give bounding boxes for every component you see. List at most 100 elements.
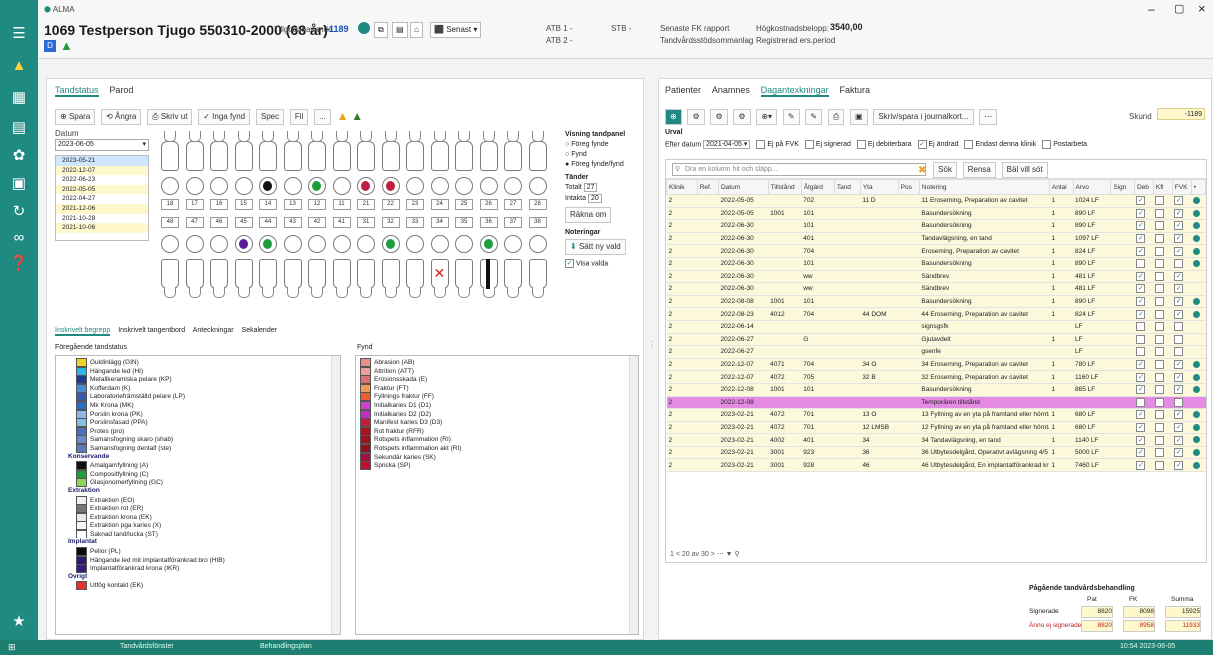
- pen-icon[interactable]: ✎: [805, 109, 823, 125]
- legend-item[interactable]: Amalgamfyllning (A): [76, 461, 340, 470]
- lower-tooth-number[interactable]: 43: [283, 217, 302, 228]
- lower-tooth[interactable]: [381, 259, 400, 289]
- table-row[interactable]: 2 2023-02-21 4072 701 13 O 13 Fyllning av en …: [666, 408, 1206, 422]
- warning-icon[interactable]: ▲: [9, 56, 29, 76]
- legend-item[interactable]: Attrition (ATT): [360, 366, 638, 376]
- upper-tooth-occlusal[interactable]: [234, 177, 253, 195]
- spec-button[interactable]: Spec: [255, 109, 285, 126]
- row-checkbox[interactable]: ✓: [1136, 246, 1146, 256]
- lower-tooth[interactable]: [234, 259, 253, 289]
- table-row[interactable]: 2 2022-06-30 ww Sändbrev 1 481 LF ✓ ✓: [666, 270, 1206, 284]
- row-checkbox[interactable]: ✓: [1136, 208, 1146, 218]
- row-checkbox[interactable]: [1155, 410, 1165, 420]
- row-checkbox[interactable]: [1155, 448, 1165, 458]
- table-column-header[interactable]: Deb: [1133, 179, 1154, 195]
- row-checkbox[interactable]: ✓: [1174, 309, 1184, 319]
- legend-item[interactable]: Extraktion pga karies (X): [76, 521, 340, 530]
- legend-item[interactable]: Rotspets inflammation akt (RI): [360, 443, 638, 453]
- atb2[interactable]: ATB 2 -: [546, 36, 573, 45]
- row-checkbox[interactable]: ✓: [1136, 234, 1146, 244]
- row-checkbox[interactable]: [1174, 322, 1184, 332]
- upper-tooth[interactable]: [357, 141, 375, 171]
- upper-tooth[interactable]: [332, 141, 351, 171]
- legend-item[interactable]: Saknad tand/lucka (ST): [76, 529, 340, 539]
- lower-tooth[interactable]: [504, 259, 522, 289]
- row-checkbox[interactable]: [1155, 435, 1165, 445]
- filter-icon[interactable]: ⚙: [710, 109, 728, 125]
- row-status-dot-icon[interactable]: [1193, 411, 1201, 419]
- legend-item[interactable]: Fraktur (FT): [360, 383, 638, 393]
- row-status-dot-icon[interactable]: [1193, 373, 1201, 381]
- upper-tooth-occlusal[interactable]: [504, 177, 522, 195]
- options-icon[interactable]: ⊕▾: [756, 109, 778, 125]
- table-row[interactable]: 2 2022-06-27 gsenfe LF: [666, 345, 1206, 359]
- row-checkbox[interactable]: [1136, 259, 1146, 269]
- legend-item[interactable]: Glasjonomerfyllning (GC): [76, 478, 340, 487]
- row-checkbox[interactable]: ✓: [1174, 410, 1184, 420]
- tab-anteckningar[interactable]: Anteckningar: [193, 327, 234, 334]
- urval-option[interactable]: Ej på FVK: [756, 140, 799, 149]
- lower-tooth[interactable]: [283, 259, 302, 289]
- start-icon[interactable]: ⊞: [8, 642, 16, 653]
- alert-triangle-icon[interactable]: ▲: [60, 38, 73, 53]
- lower-tooth-number[interactable]: 48: [161, 217, 179, 228]
- upper-tooth[interactable]: [210, 141, 228, 171]
- legend-item[interactable]: Implantatförankrad krona (IKR): [76, 564, 340, 573]
- row-status-dot-icon[interactable]: [1193, 197, 1201, 205]
- tab-inskrivelt-tangentbord[interactable]: Inskrivelt tangentbord: [118, 327, 185, 334]
- sok-button[interactable]: Sök: [933, 162, 957, 178]
- calendar-icon[interactable]: ▦: [9, 88, 29, 108]
- row-checkbox[interactable]: [1155, 460, 1165, 470]
- lower-tooth-number[interactable]: 47: [185, 217, 204, 228]
- row-checkbox[interactable]: ✓: [1174, 271, 1184, 281]
- lower-tooth-occlusal[interactable]: [185, 235, 204, 253]
- urval-checkbox[interactable]: ✓: [917, 140, 927, 149]
- table-row[interactable]: 2 2022-06-30 704 Eroseming, Preparation av …: [666, 244, 1206, 258]
- fynd-scrollbar[interactable]: [629, 356, 638, 634]
- upper-tooth-occlusal[interactable]: [332, 177, 351, 195]
- lower-tooth[interactable]: [210, 259, 228, 289]
- efter-datum-input[interactable]: 2021-04-05 ▾: [703, 140, 751, 149]
- upper-tooth-number[interactable]: 18: [161, 199, 179, 210]
- menu-icon[interactable]: ☰: [9, 24, 29, 44]
- maximize-button[interactable]: ▢: [1174, 2, 1184, 15]
- row-checkbox[interactable]: [1174, 397, 1184, 407]
- legend-item[interactable]: Extraktion krona (EK): [76, 512, 340, 522]
- row-checkbox[interactable]: [1155, 297, 1165, 307]
- taskbar-item-1[interactable]: Tandvårdsfönster: [120, 643, 174, 650]
- status-dot-icon[interactable]: [358, 22, 370, 34]
- upper-tooth-occlusal[interactable]: [210, 177, 228, 195]
- legend-item[interactable]: Hängande led (HI): [76, 366, 340, 376]
- legend-item[interactable]: Initialkaries D1 (D1): [360, 400, 638, 410]
- table-row[interactable]: 2 2022-06-30 ww Sändbrev 1 481 LF ✓ ✓: [666, 282, 1206, 296]
- table-column-header[interactable]: Datum: [717, 179, 769, 195]
- lower-tooth-number[interactable]: 35: [455, 217, 473, 228]
- upper-tooth[interactable]: [479, 141, 498, 171]
- satt-ny-vald-button[interactable]: ⬇ Sätt ny vald: [565, 239, 626, 255]
- datum-history-item[interactable]: 2022-05-05: [56, 184, 148, 195]
- table-row[interactable]: 2 2022-12-07 4071 704 34 O 34 Eroseming, Prep…: [666, 358, 1206, 372]
- table-pager[interactable]: 1 < 20 av 30 > ⋯ ▼ ⚲: [670, 550, 740, 558]
- urval-checkbox[interactable]: [756, 140, 766, 149]
- row-checkbox[interactable]: ✓: [1136, 385, 1146, 395]
- more-button[interactable]: ...: [314, 109, 331, 126]
- datum-history-item[interactable]: 2022-04-27: [56, 194, 148, 204]
- visa-valda-toggle[interactable]: ✓ Visa valda: [565, 259, 637, 268]
- lower-tooth-number[interactable]: 37: [504, 217, 522, 228]
- visa-valda-checkbox[interactable]: ✓: [565, 259, 574, 268]
- link-icon[interactable]: ∞: [9, 228, 29, 248]
- upper-tooth-number[interactable]: 25: [455, 199, 473, 210]
- table-column-header[interactable]: Tillstånd: [767, 179, 802, 195]
- table-row[interactable]: 2 2022-06-30 101 Basundersökning 1 890 LF: [666, 257, 1206, 271]
- skriv-ut-button[interactable]: ⎙ Skriv ut: [147, 109, 193, 126]
- row-checkbox[interactable]: [1155, 385, 1165, 395]
- urval-checkbox[interactable]: [856, 140, 866, 149]
- table-column-header[interactable]: Yta: [859, 179, 899, 195]
- row-status-dot-icon[interactable]: [1193, 247, 1201, 255]
- foregaende-scrollbar[interactable]: [331, 356, 340, 634]
- row-checkbox[interactable]: [1155, 360, 1165, 370]
- table-column-header[interactable]: Ref.: [696, 179, 719, 195]
- upper-tooth-occlusal[interactable]: [161, 177, 179, 195]
- lower-tooth-number[interactable]: 33: [406, 217, 424, 228]
- lower-tooth[interactable]: [455, 259, 473, 289]
